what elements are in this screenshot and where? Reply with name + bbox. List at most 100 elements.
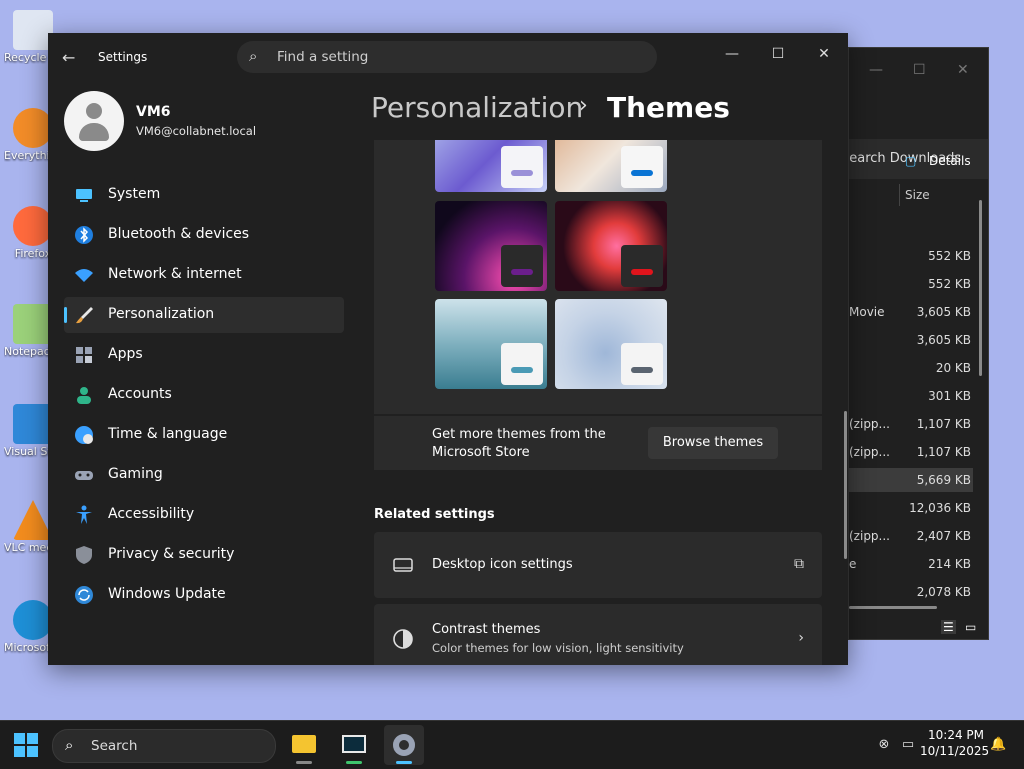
content-scrollbar[interactable] [844, 411, 847, 559]
user-email: VM6@collabnet.local [136, 124, 257, 138]
monitor-tray-icon[interactable]: ▭ [900, 737, 916, 753]
nav-label: Accounts [108, 386, 172, 402]
theme-swatch [501, 343, 543, 385]
taskbar-settings[interactable] [384, 725, 424, 765]
theme-thumbnail[interactable] [555, 201, 667, 291]
tiles-view-icon[interactable]: ▭ [965, 620, 976, 634]
file-row[interactable]: 552 KB [849, 244, 973, 268]
everything-icon [13, 108, 53, 148]
file-row[interactable]: 2,078 KB [849, 580, 973, 604]
theme-accent-bar [511, 269, 533, 275]
file-row[interactable]: 552 KB [849, 272, 973, 296]
file-row[interactable]: 301 KB [849, 384, 973, 408]
nav-item-system[interactable]: System [64, 177, 344, 213]
theme-swatch [621, 146, 663, 188]
close-button[interactable]: ✕ [804, 39, 844, 69]
recycle-bin-icon [13, 10, 53, 50]
details-button[interactable]: Details [929, 154, 971, 168]
apps-icon [74, 345, 94, 365]
gear-icon [393, 734, 415, 756]
nav-label: Personalization [108, 306, 215, 322]
desktop-icon [392, 554, 414, 576]
find-setting-search[interactable]: ⌕ Find a setting [237, 41, 657, 73]
chevron-right-icon[interactable]: › [798, 630, 804, 646]
clock[interactable]: 10:24 PM 10/11/2025 [920, 727, 989, 759]
list-view-icon[interactable]: ☰ [941, 620, 956, 634]
file-row[interactable]: (zipp... 1,107 KB [849, 412, 973, 436]
nav-item-accessibility[interactable]: Accessibility [64, 497, 344, 533]
minimize-icon[interactable]: — [869, 62, 883, 78]
theme-accent-bar [631, 170, 653, 176]
film-icon [342, 735, 366, 753]
file-row[interactable]: e 214 KB [849, 552, 973, 576]
nav-item-apps[interactable]: Apps [64, 337, 344, 373]
nav-item-accounts[interactable]: Accounts [64, 377, 344, 413]
close-icon[interactable]: ✕ [957, 62, 969, 78]
network-off-icon[interactable]: ⊗ [876, 737, 892, 753]
nav-item-time-language[interactable]: Time & language [64, 417, 344, 453]
external-link-icon[interactable]: ⧉ [794, 556, 804, 572]
back-arrow-icon[interactable]: ← [62, 47, 84, 69]
search-input[interactable]: Find a setting [277, 49, 368, 65]
theme-thumbnail[interactable] [435, 201, 547, 291]
user-name: VM6 [136, 104, 171, 120]
nav-label: System [108, 186, 161, 202]
notification-bell-icon[interactable]: 🔔 [990, 737, 1006, 753]
size-column-header[interactable]: Size [905, 188, 930, 202]
taskbar-search-input[interactable]: Search [91, 738, 137, 754]
minimize-button[interactable]: — [712, 39, 752, 69]
current-themes-panel [374, 140, 822, 414]
taskbar-search[interactable]: ⌕ Search [52, 729, 276, 763]
avatar[interactable] [64, 91, 124, 151]
settings-window[interactable]: ← Settings ⌕ Find a setting — ☐ ✕ VM6 VM… [48, 33, 848, 665]
nav-item-network[interactable]: Network & internet [64, 257, 344, 293]
theme-accent-bar [631, 367, 653, 373]
nav-item-gaming[interactable]: Gaming [64, 457, 344, 493]
themes-content: Get more themes from the Microsoft Store… [374, 140, 822, 665]
shield-icon [74, 545, 94, 565]
accessibility-icon [74, 505, 94, 525]
theme-swatch [501, 245, 543, 287]
file-row[interactable]: (zipp... 1,107 KB [849, 440, 973, 464]
nav-item-windows-update[interactable]: Windows Update [64, 577, 344, 613]
breadcrumb-separator: › [579, 93, 588, 118]
theme-thumbnail[interactable] [555, 299, 667, 389]
bluetooth-icon [74, 225, 94, 245]
nav-label: Network & internet [108, 266, 242, 282]
theme-swatch [621, 245, 663, 287]
get-more-themes-text: Get more themes from the Microsoft Store [432, 427, 606, 460]
search-icon: ⌕ [65, 736, 74, 754]
file-explorer-window[interactable]: — ☐ ✕ Search Downloads ⌕ ▢ Details Size … [848, 47, 989, 640]
start-button[interactable] [14, 733, 38, 757]
file-row-selected[interactable]: 5,669 KB [849, 468, 973, 492]
desktop-icon-settings-row[interactable]: Desktop icon settings ⧉ [374, 532, 822, 598]
taskbar-file-explorer[interactable] [284, 725, 324, 765]
file-row[interactable]: 12,036 KB [849, 496, 973, 520]
gamepad-icon [74, 465, 94, 485]
taskbar-media-app[interactable] [334, 725, 374, 765]
browse-themes-button[interactable]: Browse themes [648, 427, 778, 459]
related-settings-heading: Related settings [374, 507, 495, 522]
theme-thumbnail[interactable] [435, 299, 547, 389]
nav-item-bluetooth[interactable]: Bluetooth & devices [64, 217, 344, 253]
details-pane-icon: ▢ [905, 154, 917, 168]
maximize-icon[interactable]: ☐ [913, 62, 926, 78]
breadcrumb-personalization[interactable]: Personalization [371, 91, 583, 124]
nav-item-personalization[interactable]: Personalization [64, 297, 344, 333]
contrast-themes-row[interactable]: Contrast themes Color themes for low vis… [374, 604, 822, 665]
horizontal-scrollbar[interactable] [849, 606, 937, 609]
theme-swatch [621, 343, 663, 385]
theme-thumbnail[interactable] [555, 140, 667, 192]
file-row[interactable]: 3,605 KB [849, 328, 973, 352]
file-row[interactable]: 20 KB [849, 356, 973, 380]
row-title: Desktop icon settings [432, 557, 573, 572]
vscode-icon [13, 404, 53, 444]
file-row[interactable]: Movie 3,605 KB [849, 300, 973, 324]
vertical-scrollbar[interactable] [979, 200, 982, 376]
brush-icon [74, 305, 94, 325]
nav-item-privacy[interactable]: Privacy & security [64, 537, 344, 573]
maximize-button[interactable]: ☐ [758, 39, 798, 69]
monitor-icon [74, 185, 94, 205]
theme-thumbnail[interactable] [435, 140, 547, 192]
file-row[interactable]: (zipp... 2,407 KB [849, 524, 973, 548]
